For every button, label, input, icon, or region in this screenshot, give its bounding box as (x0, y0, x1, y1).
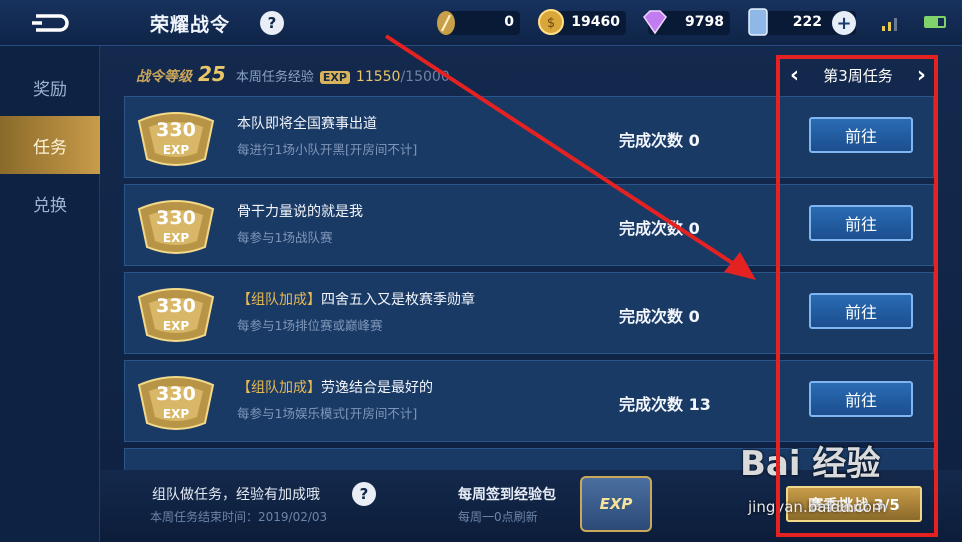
sidebar-item-rewards[interactable]: 奖励 (0, 58, 100, 116)
task-name: 本队即将全国赛事出道 (237, 116, 377, 132)
task-title: 【组队加成】劳逸结合是最好的 (237, 377, 433, 397)
task-end-time: 本周任务结束时间：2019/02/03 (150, 510, 328, 524)
count-label: 完成次数 (619, 395, 684, 414)
task-count: 完成次数 0 (619, 303, 700, 327)
feather-value: 0 (504, 14, 514, 30)
task-name: 四舍五入又是枚赛季勋章 (321, 292, 475, 308)
count-value: 0 (688, 131, 700, 150)
exp-label: EXP (162, 319, 190, 333)
feather-token-icon (434, 9, 458, 37)
task-name: 骨干力量说的就是我 (237, 204, 363, 220)
task-count: 完成次数 13 (619, 391, 711, 415)
count-label: 完成次数 (619, 131, 684, 150)
exp-amount: 330 (156, 383, 196, 405)
sidebar: 奖励 任务 兑换 (0, 46, 100, 542)
task-name: 劳逸结合是最好的 (321, 380, 433, 396)
level-value: 25 (198, 62, 226, 86)
count-label: 完成次数 (619, 219, 684, 238)
count-value: 0 (688, 219, 700, 238)
signin-sub: 每周一0点刷新 (458, 510, 538, 524)
task-title: 【组队加成】四舍五入又是枚赛季勋章 (237, 289, 475, 309)
sidebar-item-tasks[interactable]: 任务 (0, 116, 100, 174)
add-voucher-button[interactable]: + (832, 11, 856, 35)
signin-title: 每周签到经验包 (458, 487, 556, 503)
exp-badge-icon: 330 EXP (135, 283, 217, 345)
exp-amount: 330 (156, 295, 196, 317)
diamond-value: 9798 (685, 14, 724, 30)
team-tip: 组队做任务，经验有加成哦 (152, 487, 320, 503)
task-desc: 每参与1场娱乐模式[开房间不计] (237, 406, 418, 421)
task-desc: 每参与1场战队赛 (237, 230, 333, 245)
back-arrow-icon (32, 14, 69, 32)
highlight-box (776, 55, 938, 537)
page-title: 荣耀战令 (150, 14, 231, 36)
sidebar-item-exchange[interactable]: 兑换 (0, 174, 100, 232)
signal-icon (880, 14, 900, 32)
top-bar: 荣耀战令 ? 0 $ 19460 9798 222 + (0, 0, 962, 46)
task-count: 完成次数 0 (619, 215, 700, 239)
exp-badge-icon: 330 EXP (135, 371, 217, 433)
exp-badge-icon: 330 EXP (135, 195, 217, 257)
task-title: 本队即将全国赛事出道 (237, 113, 377, 133)
exp-label: EXP (162, 143, 190, 157)
count-value: 0 (688, 307, 700, 326)
level-label: 战令等级 (136, 69, 192, 85)
task-desc: 每进行1场小队开黑[开房间不计] (237, 142, 418, 157)
chest-label: EXP (599, 495, 633, 513)
svg-text:$: $ (547, 16, 555, 31)
weekly-exp-max: /15000 (400, 69, 450, 85)
weekly-exp-current: 11550 (355, 69, 401, 85)
help-button[interactable]: ? (260, 11, 284, 35)
battery-icon (924, 16, 946, 28)
exp-small-icon: EXP (319, 71, 350, 84)
task-desc: 每参与1场排位赛或巅峰赛 (237, 318, 383, 333)
voucher-value: 222 (792, 14, 822, 30)
gold-coin-icon: $ (538, 9, 564, 35)
weekly-exp-label: 本周任务经验 (235, 70, 314, 85)
task-count: 完成次数 0 (619, 127, 700, 151)
exp-badge-icon: 330 EXP (135, 107, 217, 169)
exp-amount: 330 (156, 119, 196, 141)
exp-amount: 330 (156, 207, 196, 229)
count-label: 完成次数 (619, 307, 684, 326)
exp-chest-icon[interactable]: EXP (580, 476, 652, 532)
level-row: 战令等级 25 本周任务经验 EXP 11550/15000 (136, 62, 450, 86)
task-tag: 【组队加成】 (237, 292, 321, 308)
back-button[interactable] (18, 8, 82, 38)
gold-value: 19460 (571, 14, 620, 30)
voucher-icon (746, 7, 770, 37)
count-value: 13 (688, 395, 711, 414)
diamond-icon (640, 9, 670, 35)
exp-label: EXP (162, 231, 190, 245)
task-tag: 【组队加成】 (237, 380, 321, 396)
task-title: 骨干力量说的就是我 (237, 201, 363, 221)
exp-label: EXP (162, 407, 190, 421)
tip-help-button[interactable]: ? (352, 482, 376, 506)
